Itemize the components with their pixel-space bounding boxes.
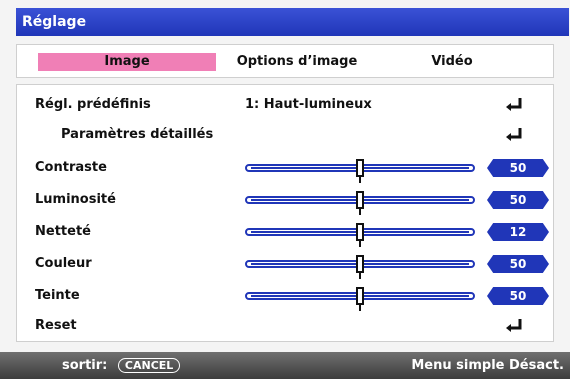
row-label: Teinte (35, 288, 80, 303)
row-label: Netteté (35, 224, 91, 239)
slider-thumb[interactable] (356, 191, 364, 215)
row-detailed-settings[interactable]: Paramètres détaillés (17, 123, 553, 147)
settings-panel: Régl. prédéfinis 1: Haut-lumineux Paramè… (16, 84, 554, 342)
row-sharpness[interactable]: Netteté 12 (17, 220, 553, 247)
tab-bar: Image Options d’image Vidéo (16, 44, 554, 78)
exit-hint: sortir: CANCEL (62, 352, 181, 379)
tab-video[interactable]: Vidéo (417, 53, 487, 71)
slider-thumb[interactable] (356, 159, 364, 183)
row-tint[interactable]: Teinte 50 (17, 284, 553, 311)
row-label: Luminosité (35, 192, 116, 207)
footer-bar: sortir: CANCEL Menu simple Désact. (0, 352, 570, 379)
row-label: Reset (35, 318, 77, 333)
value-badge: 50 (487, 255, 549, 273)
slider-thumb[interactable] (356, 255, 364, 279)
row-brightness[interactable]: Luminosité 50 (17, 188, 553, 215)
row-preset[interactable]: Régl. prédéfinis 1: Haut-lumineux (17, 93, 553, 117)
simple-menu-status: Menu simple Désact. (411, 358, 564, 373)
value-badge: 12 (487, 223, 549, 241)
value-badge: 50 (487, 287, 549, 305)
settings-window: Réglage Image Options d’image Vidéo Régl… (0, 0, 570, 379)
slider-thumb[interactable] (356, 287, 364, 311)
enter-arrow-icon[interactable] (505, 97, 523, 113)
value-badge: 50 (487, 159, 549, 177)
enter-arrow-icon[interactable] (505, 127, 523, 143)
slider-thumb[interactable] (356, 223, 364, 247)
brightness-slider[interactable] (245, 191, 475, 215)
row-label: Régl. prédéfinis (35, 97, 151, 112)
row-label: Couleur (35, 256, 92, 271)
preset-value: 1: Haut-lumineux (245, 97, 372, 112)
tint-slider[interactable] (245, 287, 475, 311)
tab-image[interactable]: Image (38, 53, 216, 71)
cancel-key-icon: CANCEL (117, 358, 181, 373)
exit-label: sortir: (62, 358, 108, 373)
row-color[interactable]: Couleur 50 (17, 252, 553, 279)
row-label: Paramètres détaillés (61, 127, 214, 142)
row-contrast[interactable]: Contraste 50 (17, 156, 553, 183)
window-title: Réglage (16, 8, 569, 36)
row-label: Contraste (35, 160, 107, 175)
color-slider[interactable] (245, 255, 475, 279)
value-badge: 50 (487, 191, 549, 209)
sharpness-slider[interactable] (245, 223, 475, 247)
enter-arrow-icon[interactable] (505, 318, 523, 334)
contrast-slider[interactable] (245, 159, 475, 183)
row-reset[interactable]: Reset (17, 314, 553, 338)
tab-options-image[interactable]: Options d’image (232, 53, 362, 71)
